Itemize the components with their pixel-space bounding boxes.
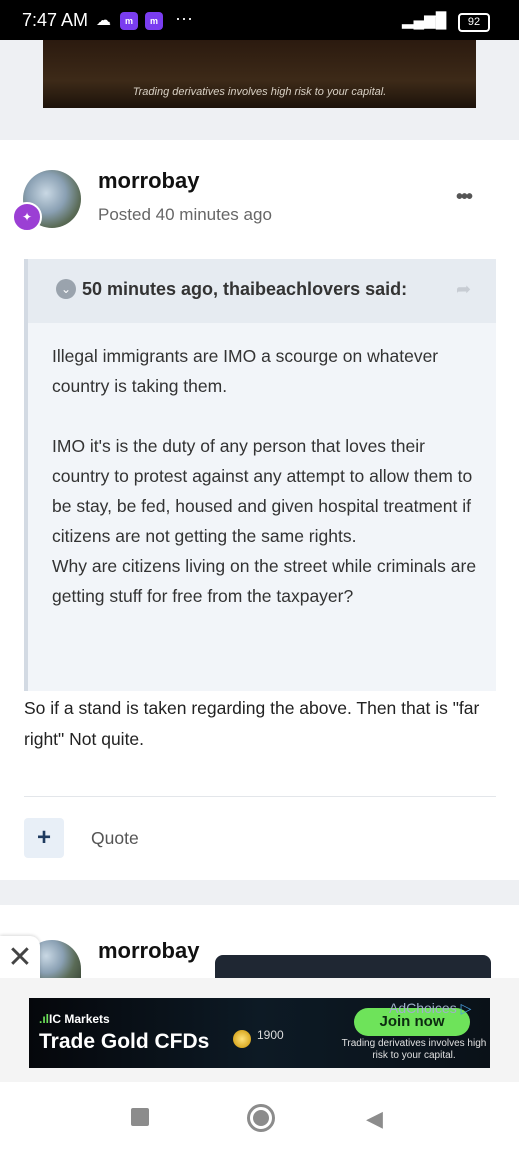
post-author-2[interactable]: morrobay <box>98 938 199 964</box>
quote-citation[interactable]: 50 minutes ago, thaibeachlovers said: <box>82 279 407 300</box>
rank-badge-icon: ✦ <box>12 202 42 232</box>
add-reaction-button[interactable]: + <box>24 818 64 858</box>
post-reply-text: So if a stand is taken regarding the abo… <box>24 698 480 749</box>
adchoices-label[interactable]: AdChoices ▷ <box>389 1000 471 1017</box>
share-arrow-icon[interactable]: ➦ <box>456 279 471 300</box>
ad-brand: .ılIC Markets <box>39 1012 110 1026</box>
status-time: 7:47 AM <box>22 10 89 30</box>
app-notification-icon-2: m <box>145 12 163 30</box>
divider <box>24 796 496 797</box>
cloud-icon: ☁ <box>96 12 111 29</box>
more-notifications-icon: ··· <box>175 8 193 28</box>
floating-panel[interactable] <box>215 955 491 979</box>
quote-header: ⌄ 50 minutes ago, thaibeachlovers said: … <box>28 259 496 323</box>
post-menu-icon[interactable]: ••• <box>456 186 473 209</box>
top-ad-disclaimer: Trading derivatives involves high risk t… <box>132 86 387 98</box>
quote-paragraph: Why are citizens living on the street wh… <box>52 556 477 606</box>
ad-disclaimer: Trading derivatives involves high risk t… <box>341 1038 487 1061</box>
wifi-icon: ◠ <box>432 12 446 29</box>
post-author[interactable]: morrobay <box>98 168 199 194</box>
ad-price: 1900 <box>257 1028 284 1042</box>
adchoices-icon: ▷ <box>460 1000 472 1016</box>
ad-headline: Trade Gold CFDs <box>39 1030 210 1053</box>
battery-icon: 92 <box>458 13 490 32</box>
close-ad-icon[interactable]: ✕ <box>0 936 40 980</box>
top-ad-banner[interactable]: Trading derivatives involves high risk t… <box>43 40 476 108</box>
status-bar: 7:47 AM ☁ m m ··· ▂▄▆█ ◠ 92 <box>0 0 519 40</box>
home-circle-inner <box>253 1110 269 1126</box>
quote-block: ⌄ 50 minutes ago, thaibeachlovers said: … <box>24 259 496 691</box>
recents-square-icon[interactable] <box>131 1108 149 1126</box>
quote-paragraph: IMO it's is the duty of any person that … <box>52 436 473 546</box>
app-notification-icon: m <box>120 12 138 30</box>
quote-paragraph: Illegal immigrants are IMO a scourge on … <box>52 346 439 396</box>
bottom-ad-banner[interactable]: .ılIC Markets Trade Gold CFDs 1900 Join … <box>29 998 490 1068</box>
quote-body: Illegal immigrants are IMO a scourge on … <box>52 341 482 611</box>
gold-coin-icon <box>233 1030 251 1048</box>
quote-button[interactable]: Quote <box>91 828 139 849</box>
chevron-down-icon[interactable]: ⌄ <box>56 279 76 299</box>
post-timestamp[interactable]: Posted 40 minutes ago <box>98 205 272 225</box>
back-triangle-icon[interactable]: ◀ <box>366 1106 383 1132</box>
